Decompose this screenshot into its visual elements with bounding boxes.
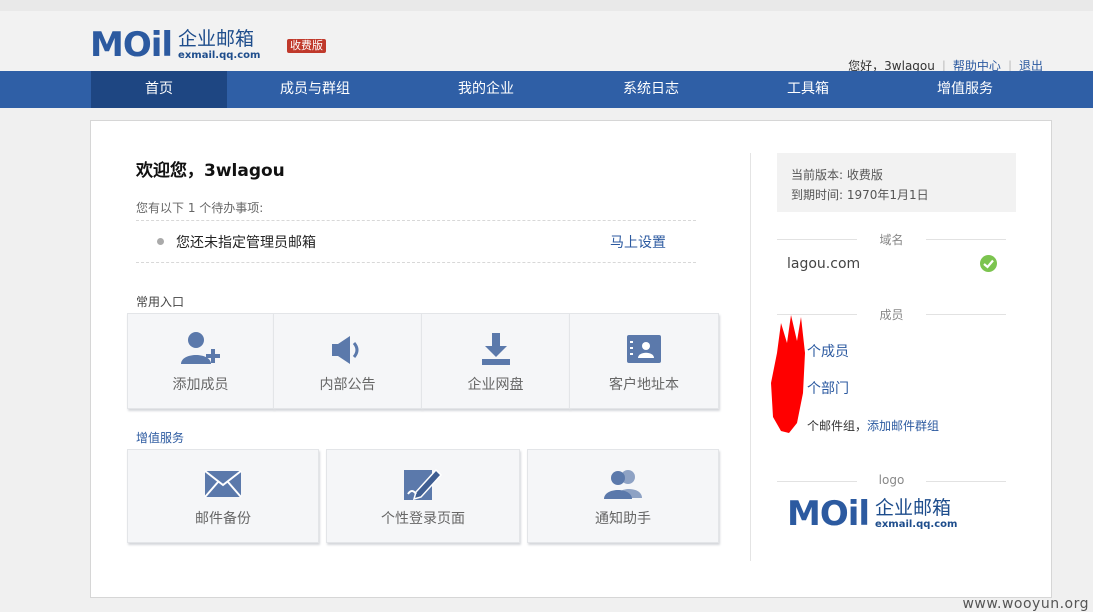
- todo-item: 您还未指定管理员邮箱 马上设置: [136, 220, 696, 263]
- logo-section-title: logo: [777, 473, 1006, 489]
- nav-item-system-log[interactable]: 系统日志: [583, 71, 719, 108]
- edition-badge: 收费版: [287, 39, 326, 53]
- mailgroup-line: 个邮件组，添加邮件群组: [807, 417, 939, 434]
- users-icon: [604, 470, 642, 499]
- tile-mail-backup[interactable]: 邮件备份: [127, 449, 319, 543]
- tile-announcement[interactable]: 内部公告: [273, 313, 422, 409]
- tile-notify-assistant[interactable]: 通知助手: [527, 449, 719, 543]
- divider: [926, 239, 1006, 240]
- logo-url-text: exmail.qq.com: [178, 49, 261, 61]
- logo-word: MOil: [90, 25, 173, 65]
- value-services-title: 增值服务: [136, 431, 185, 445]
- member-count-link[interactable]: 个成员: [807, 341, 849, 361]
- divider: [926, 481, 1006, 482]
- logo-cn-text: 企业邮箱: [178, 27, 255, 50]
- nav-item-toolbox[interactable]: 工具箱: [740, 71, 876, 108]
- edit-page-icon: [404, 468, 443, 501]
- expire-text: 到期时间: 1970年1月1日: [791, 188, 929, 202]
- section-title-text: 域名: [879, 233, 904, 247]
- tile-label: 企业网盘: [467, 377, 524, 393]
- tile-label: 客户地址本: [609, 377, 679, 393]
- common-entries-title: 常用入口: [136, 295, 185, 309]
- tile-label: 个性登录页面: [381, 511, 465, 527]
- nav-item-my-enterprise[interactable]: 我的企业: [418, 71, 554, 108]
- company-logo-preview: MOil 企业邮箱 exmail.qq.com: [787, 497, 957, 531]
- section-title-text: 成员: [879, 308, 904, 322]
- speaker-icon: [331, 336, 358, 364]
- add-user-icon: [180, 332, 220, 364]
- welcome-heading: 欢迎您，3wlagou: [136, 161, 285, 181]
- divider: [777, 481, 857, 482]
- tile-add-member[interactable]: 添加成员: [127, 313, 274, 409]
- download-icon: [481, 333, 510, 365]
- column-divider: [750, 153, 751, 561]
- domain-section-title: 域名: [777, 231, 1006, 247]
- version-text: 当前版本: 收费版: [791, 168, 883, 182]
- main-nav: 首页 成员与群组 我的企业 系统日志 工具箱 增值服务: [0, 71, 1093, 108]
- tile-label: 通知助手: [595, 511, 651, 527]
- tile-netdisk[interactable]: 企业网盘: [421, 313, 570, 409]
- divider: [777, 239, 857, 240]
- version-info-box: 当前版本: 收费版 到期时间: 1970年1月1日: [777, 153, 1016, 212]
- members-section-title: 成员: [777, 306, 1006, 322]
- logo-cn-text: 企业邮箱: [875, 496, 952, 519]
- nav-item-members-groups[interactable]: 成员与群组: [247, 71, 383, 108]
- nav-item-home[interactable]: 首页: [91, 71, 227, 108]
- nav-item-value-services[interactable]: 增值服务: [897, 71, 1033, 108]
- todo-title: 您有以下 1 个待办事项:: [136, 201, 264, 215]
- bullet-icon: [157, 238, 164, 245]
- content-card: 欢迎您，3wlagou 您有以下 1 个待办事项: 您还未指定管理员邮箱 马上设…: [90, 120, 1052, 598]
- department-count-link[interactable]: 个部门: [807, 378, 849, 398]
- tile-label: 邮件备份: [195, 511, 251, 527]
- tile-custom-login-page[interactable]: 个性登录页面: [326, 449, 520, 543]
- tile-label: 内部公告: [319, 377, 376, 393]
- domain-value: lagou.com: [787, 256, 861, 272]
- todo-text: 您还未指定管理员邮箱: [176, 235, 316, 251]
- verified-check-icon: [980, 255, 997, 272]
- header: MOil 企业邮箱 exmail.qq.com 收费版 您好，3wlagou |…: [0, 11, 1093, 73]
- mailgroup-count-text: 个邮件组，: [807, 419, 868, 433]
- setup-now-link[interactable]: 马上设置: [610, 232, 666, 252]
- divider: [926, 314, 1006, 315]
- envelope-icon: [204, 470, 242, 498]
- section-title-text: logo: [878, 473, 905, 487]
- add-mailgroup-link[interactable]: 添加邮件群组: [867, 419, 939, 433]
- tile-label: 添加成员: [172, 377, 229, 393]
- logo-word: MOil: [787, 494, 870, 534]
- logo-url-text: exmail.qq.com: [875, 518, 958, 530]
- watermark: www.wooyun.org: [962, 596, 1089, 612]
- tile-address-book[interactable]: 客户地址本: [569, 313, 719, 409]
- contact-card-icon: [627, 335, 661, 363]
- redaction-mark: [771, 315, 805, 433]
- exmail-logo[interactable]: MOil 企业邮箱 exmail.qq.com: [90, 25, 260, 65]
